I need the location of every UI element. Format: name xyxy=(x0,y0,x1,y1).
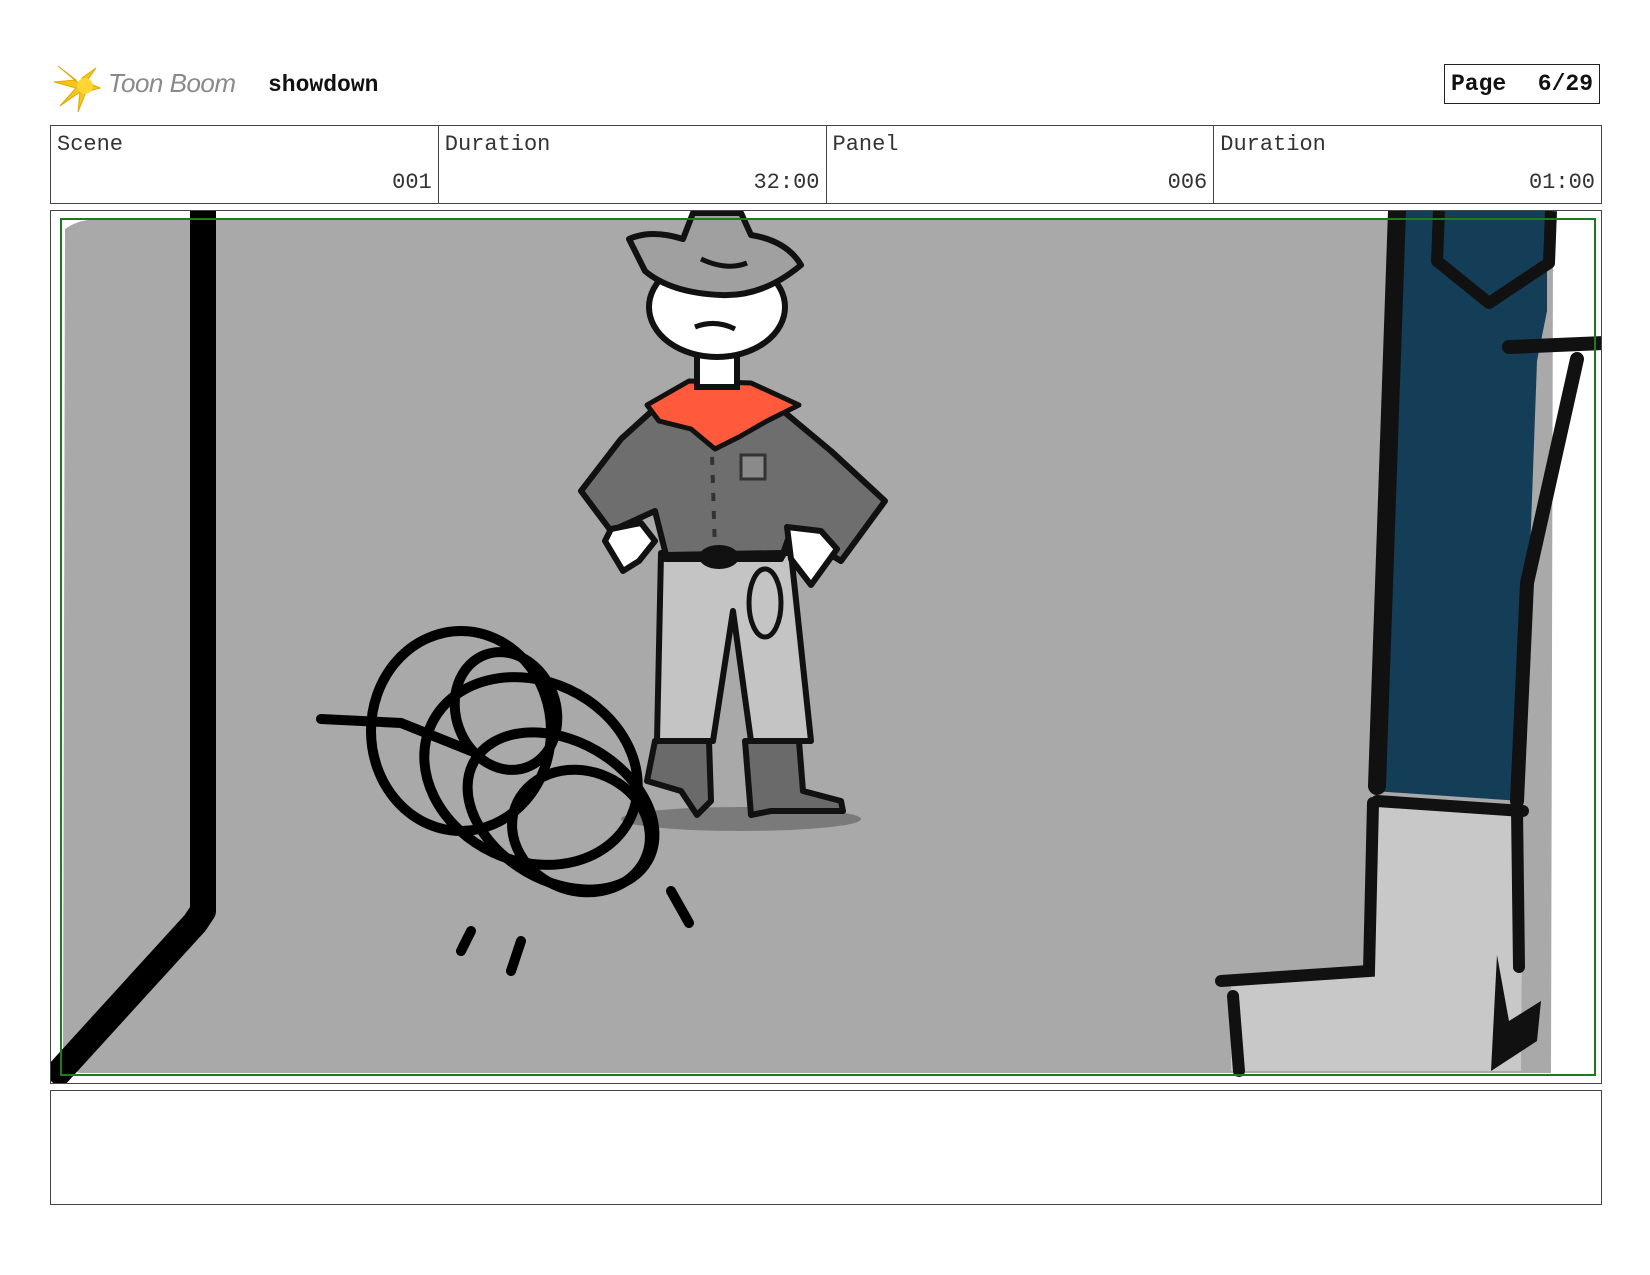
scene-cell: Scene 001 xyxy=(51,126,439,203)
background-fill xyxy=(62,218,1553,1073)
shirt-pocket xyxy=(739,453,767,481)
panel-duration-value: 01:00 xyxy=(1528,170,1595,195)
page-label: Page xyxy=(1451,71,1507,97)
page-number: 6/29 xyxy=(1537,71,1593,97)
panel-duration-cell: Duration 01:00 xyxy=(1214,126,1601,203)
panel-notes-box xyxy=(50,1090,1602,1205)
project-title: showdown xyxy=(268,72,379,98)
scene-value: 001 xyxy=(392,170,432,195)
belt-buckle xyxy=(699,545,739,569)
door-handle xyxy=(1502,336,1601,354)
page-indicator: Page 6/29 xyxy=(1444,64,1600,104)
panel-label: Panel xyxy=(832,132,899,157)
storyboard-panel xyxy=(50,210,1602,1084)
toon-boom-logo: Toon Boom xyxy=(52,58,252,114)
scene-duration-cell: Duration 32:00 xyxy=(439,126,827,203)
scene-duration-value: 32:00 xyxy=(753,170,820,195)
logo-wordmark: Toon Boom xyxy=(108,68,236,98)
panel-drawing xyxy=(51,211,1601,1083)
starburst-icon xyxy=(53,65,102,113)
panel-info-table: Scene 001 Duration 32:00 Panel 006 Durat… xyxy=(50,125,1602,204)
scene-duration-label: Duration xyxy=(444,132,551,157)
panel-cell: Panel 006 xyxy=(827,126,1215,203)
panel-value: 006 xyxy=(1167,170,1208,195)
panel-duration-label: Duration xyxy=(1220,132,1326,157)
scene-label: Scene xyxy=(57,132,124,157)
